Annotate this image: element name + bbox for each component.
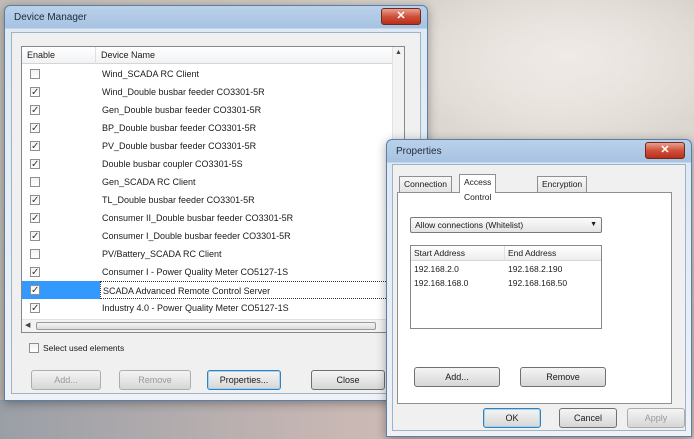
enable-checkbox[interactable] [30, 102, 40, 120]
device-name: BP_Double busbar feeder CO3301-5R [102, 123, 257, 133]
device-list-header: Enable Device Name [22, 47, 394, 64]
device-manager-titlebar[interactable]: Device Manager ✕ [5, 6, 427, 30]
tab-connection[interactable]: Connection [399, 176, 453, 192]
device-row[interactable]: Gen_SCADA RC Client [22, 173, 394, 191]
device-name: Wind_SCADA RC Client [102, 69, 200, 79]
tab-encryption[interactable]: Encryption [537, 176, 588, 192]
enable-checkbox[interactable] [30, 84, 40, 102]
enable-checkbox[interactable] [30, 300, 40, 318]
device-row[interactable]: BP_Double busbar feeder CO3301-5R [22, 119, 394, 138]
enable-checkbox[interactable] [30, 177, 40, 187]
device-row[interactable]: Industry 4.0 - Power Quality Meter CO512… [22, 299, 394, 318]
connection-mode-value: Allow connections (Whitelist) [415, 220, 524, 230]
device-name: Wind_Double busbar feeder CO3301-5R [102, 87, 265, 97]
enable-checkbox[interactable] [30, 156, 40, 174]
window-title: Device Manager [14, 12, 87, 23]
apply-button[interactable]: Apply [627, 408, 685, 428]
enable-checkbox[interactable] [30, 210, 40, 228]
device-row[interactable]: TL_Double busbar feeder CO3301-5R [22, 191, 394, 210]
select-used-elements-label: Select used elements [43, 343, 125, 353]
remove-range-button[interactable]: Remove [520, 367, 606, 387]
column-header-enable[interactable]: Enable [22, 47, 96, 64]
device-name: PV/Battery_SCADA RC Client [102, 249, 222, 259]
connection-mode-select[interactable]: Allow connections (Whitelist) ▼ [410, 217, 602, 233]
device-row[interactable]: Consumer I - Power Quality Meter CO5127-… [22, 263, 394, 282]
device-name: PV_Double busbar feeder CO3301-5R [102, 141, 257, 151]
column-header-end-address[interactable]: End Address [505, 246, 601, 261]
enable-checkbox[interactable] [30, 138, 40, 156]
device-name: Industry 4.0 - Power Quality Meter CO512… [102, 303, 289, 313]
enable-checkbox[interactable] [30, 282, 40, 300]
enable-checkbox[interactable] [30, 228, 40, 246]
scroll-up-icon[interactable]: ▲ [395, 49, 402, 56]
horizontal-scroll-thumb[interactable] [36, 322, 376, 330]
device-name: Consumer I_Double busbar feeder CO3301-5… [102, 231, 291, 241]
horizontal-scrollbar[interactable]: ◀ ▶ [22, 319, 404, 332]
dropdown-arrow-icon: ▼ [590, 221, 597, 228]
device-row[interactable]: Wind_SCADA RC Client [22, 65, 394, 83]
device-row[interactable]: Consumer I_Double busbar feeder CO3301-5… [22, 227, 394, 246]
start-address-cell: 192.168.168.0 [414, 278, 469, 288]
close-window-button[interactable]: ✕ [381, 8, 421, 25]
address-table-header: Start Address End Address [411, 246, 601, 261]
properties-button[interactable]: Properties... [207, 370, 281, 390]
close-button[interactable]: Close [311, 370, 385, 390]
device-name: Gen_Double busbar feeder CO3301-5R [102, 105, 262, 115]
close-properties-button[interactable]: ✕ [645, 142, 685, 159]
cancel-button[interactable]: Cancel [559, 408, 617, 428]
device-name: Gen_SCADA RC Client [102, 177, 196, 187]
device-manager-window: Device Manager ✕ Enable Device Name Wind… [4, 5, 428, 401]
add-range-button[interactable]: Add... [414, 367, 500, 387]
end-address-cell: 192.168.2.190 [508, 264, 563, 274]
device-name: TL_Double busbar feeder CO3301-5R [102, 195, 255, 205]
remove-device-button[interactable]: Remove [119, 370, 191, 390]
column-header-start-address[interactable]: Start Address [411, 246, 505, 261]
device-row[interactable]: Wind_Double busbar feeder CO3301-5R [22, 83, 394, 102]
enable-checkbox[interactable] [30, 249, 40, 259]
ok-button[interactable]: OK [483, 408, 541, 428]
end-address-cell: 192.168.168.50 [508, 278, 568, 288]
enable-checkbox[interactable] [30, 192, 40, 210]
device-row[interactable]: Consumer II_Double busbar feeder CO3301-… [22, 209, 394, 228]
add-device-button[interactable]: Add... [31, 370, 101, 390]
access-control-panel: Allow connections (Whitelist) ▼ Start Ad… [397, 192, 672, 404]
properties-window: Properties ✕ Connection Access Control E… [386, 139, 692, 437]
properties-titlebar[interactable]: Properties ✕ [387, 140, 691, 164]
device-row[interactable]: PV_Double busbar feeder CO3301-5R [22, 137, 394, 156]
enable-checkbox[interactable] [30, 69, 40, 79]
device-name: Consumer II_Double busbar feeder CO3301-… [102, 213, 294, 223]
enable-checkbox[interactable] [30, 120, 40, 138]
device-row[interactable]: SCADA Advanced Remote Control Server [22, 281, 394, 300]
address-range-table: Start Address End Address 192.168.2.0 19… [410, 245, 602, 329]
device-list: Enable Device Name Wind_SCADA RC Client W… [21, 46, 405, 333]
select-used-elements-checkbox[interactable] [29, 343, 39, 353]
device-name: SCADA Advanced Remote Control Server [100, 281, 392, 299]
properties-title: Properties [396, 146, 442, 157]
start-address-cell: 192.168.2.0 [414, 264, 459, 274]
tab-access-control[interactable]: Access Control [459, 174, 497, 202]
device-row[interactable]: Gen_Double busbar feeder CO3301-5R [22, 101, 394, 120]
device-row[interactable]: Double busbar coupler CO3301-5S [22, 155, 394, 174]
column-header-device-name[interactable]: Device Name [96, 47, 394, 64]
enable-checkbox[interactable] [30, 264, 40, 282]
device-name: Double busbar coupler CO3301-5S [102, 159, 243, 169]
scroll-left-icon[interactable]: ◀ [25, 321, 30, 329]
device-row[interactable]: PV/Battery_SCADA RC Client [22, 245, 394, 263]
device-name: Consumer I - Power Quality Meter CO5127-… [102, 267, 289, 277]
